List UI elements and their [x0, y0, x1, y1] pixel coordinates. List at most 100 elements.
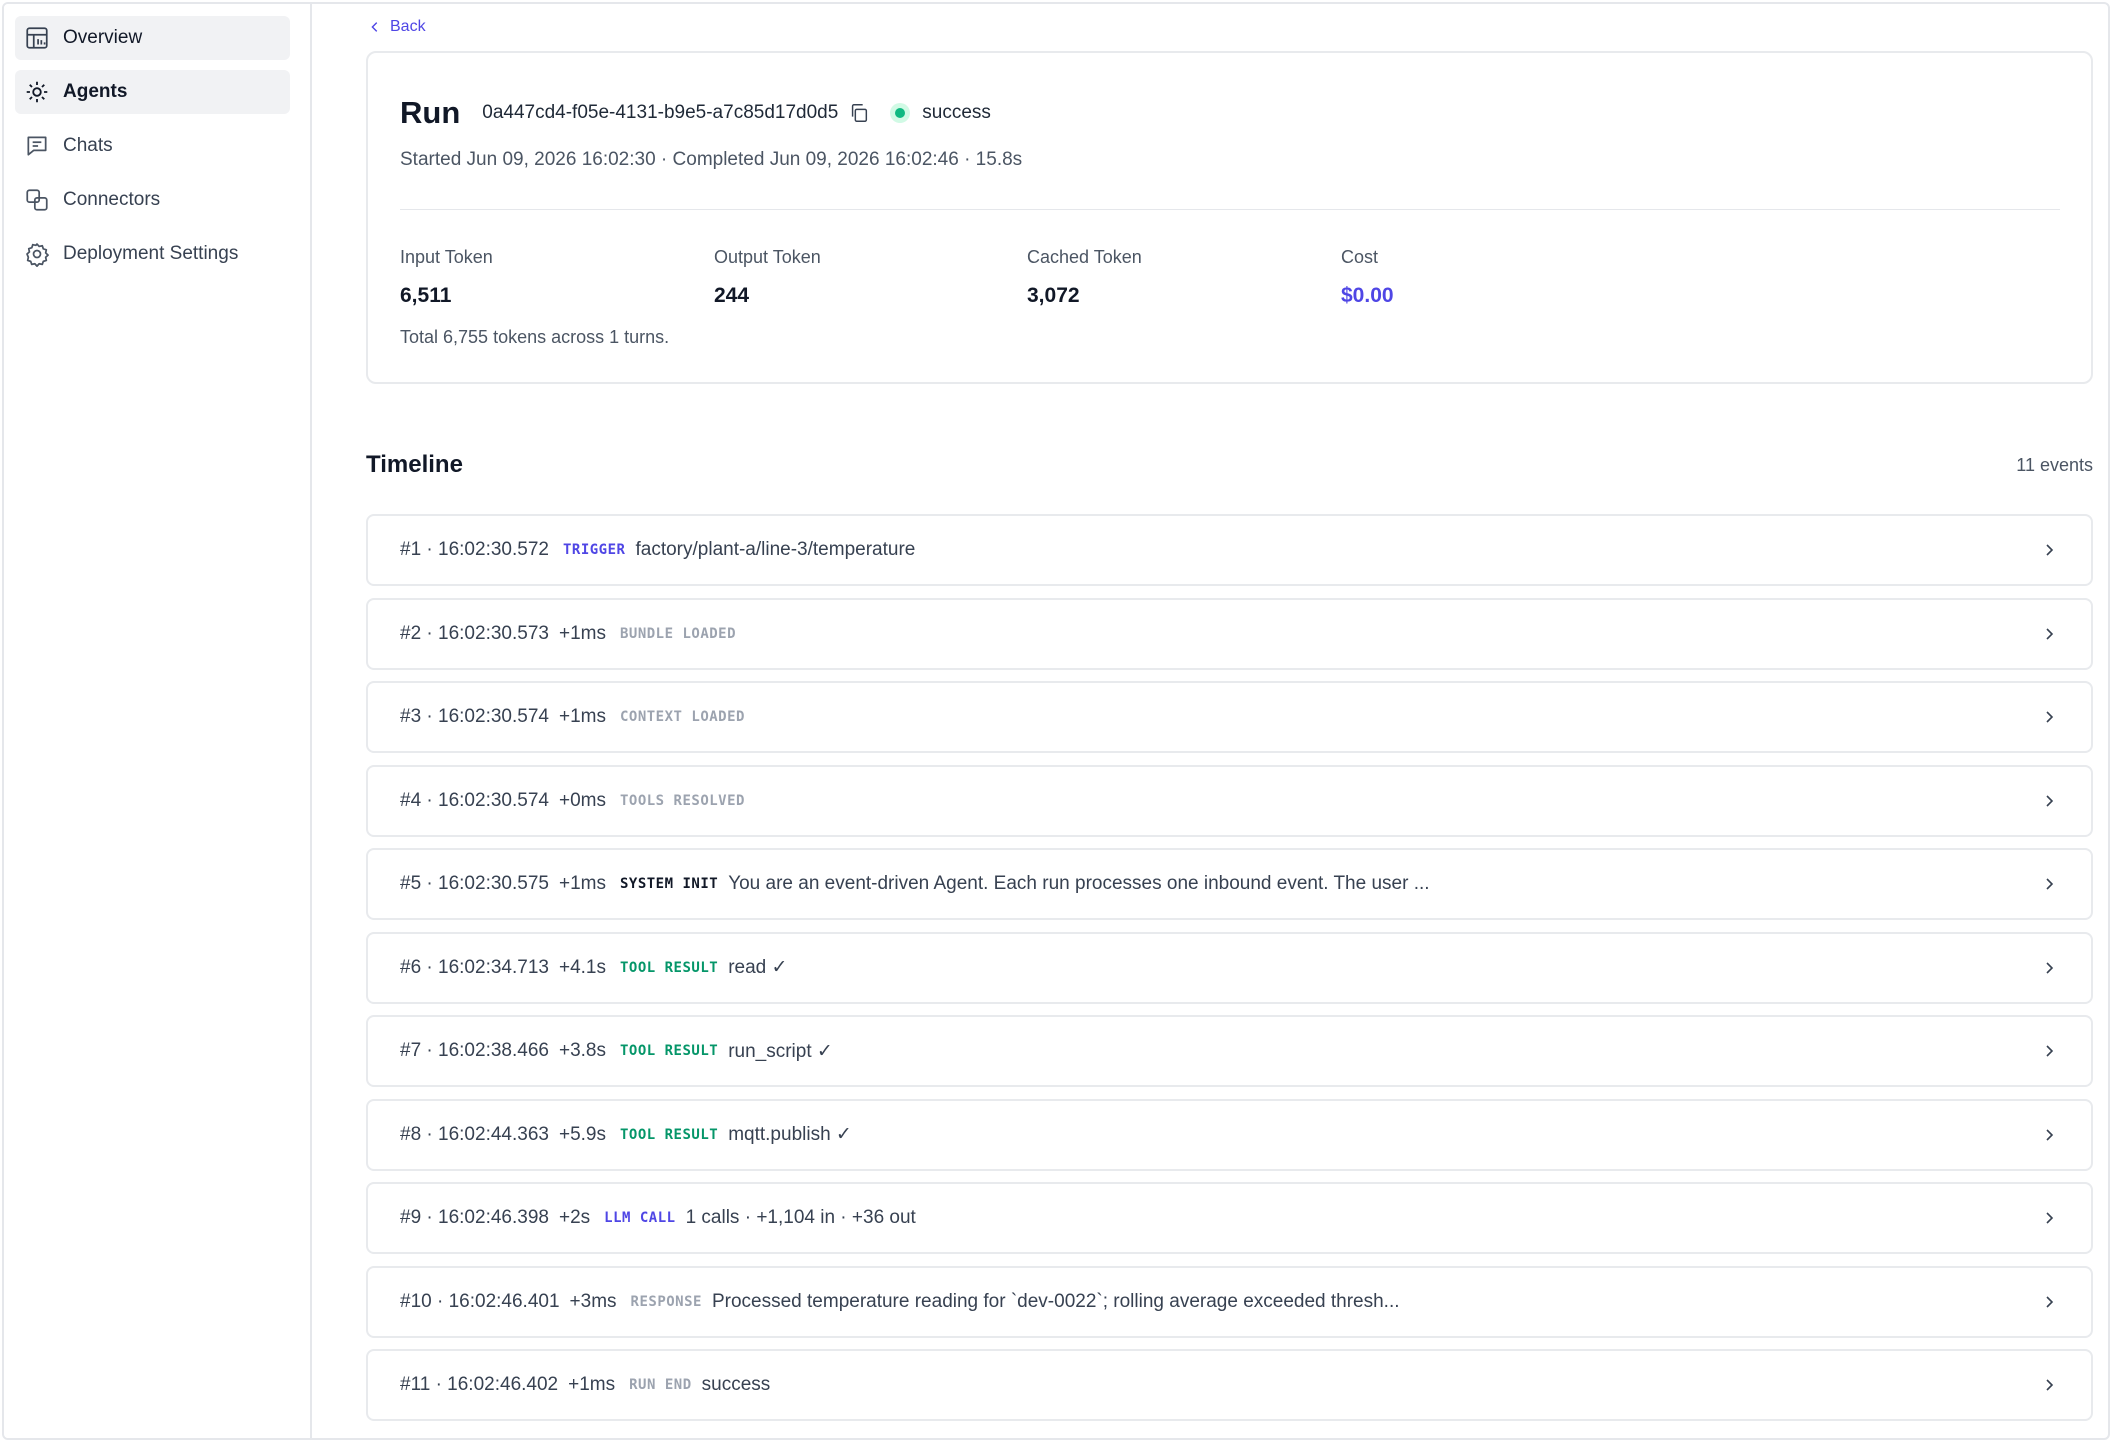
event-delta: +1ms: [558, 873, 606, 894]
stat-value: $0.00: [1341, 284, 1394, 307]
timeline-event[interactable]: #11 · 16:02:46.402 +1ms RUN END success: [366, 1349, 2093, 1421]
token-total: Total 6,755 tokens across 1 turns.: [400, 327, 670, 347]
event-kind-badge: TRIGGER: [562, 542, 626, 558]
event-sequence-time: #2 · 16:02:30.573: [400, 622, 549, 644]
sidebar-item-agents[interactable]: Agents: [15, 70, 290, 114]
stat-label: Cached Token: [1027, 247, 1142, 267]
chevron-right-icon: [2046, 544, 2054, 556]
event-sequence-time: #1 · 16:02:30.572: [400, 539, 549, 560]
timeline-events: #1 · 16:02:30.572 TRIGGER factory/plant-a/…: [366, 514, 2093, 1433]
event-summary: read ✓: [728, 957, 788, 978]
event-delta: +3ms: [569, 1290, 617, 1312]
stat-value: 3,072: [1027, 284, 1080, 307]
event-delta: +0ms: [558, 789, 606, 811]
chevron-right-icon: [2046, 627, 2054, 640]
chevron-right-icon: [2046, 711, 2054, 723]
gear-icon: [24, 241, 50, 267]
event-delta: +1ms: [558, 706, 606, 727]
timeline-event[interactable]: #2 · 16:02:30.573 +1ms BUNDLE LOADED: [366, 597, 2093, 670]
timeline-event[interactable]: #7 · 16:02:38.466 +3.8s TOOL RESULT run_scr…: [366, 1015, 2093, 1087]
divider: [400, 209, 2060, 210]
timeline-event[interactable]: #4 · 16:02:30.574 +0ms TOOLS RESOLVED: [366, 764, 2093, 837]
event-kind-badge: BUNDLE LOADED: [619, 625, 737, 642]
timeline-event[interactable]: #1 · 16:02:30.572 TRIGGER factory/plant-a/…: [366, 514, 2093, 586]
timeline-header: Timeline 11 events: [366, 451, 2093, 485]
chevron-right-icon: [2046, 1295, 2054, 1308]
chevron-right-icon: [2046, 1128, 2054, 1141]
stat-label: Output Token: [714, 247, 821, 267]
event-kind-badge: TOOL RESULT: [619, 959, 719, 976]
event-kind-badge: TOOLS RESOLVED: [619, 792, 745, 809]
chevron-right-icon: [2046, 794, 2054, 807]
stat-cost: Cost $0.00: [1341, 247, 1394, 308]
chat-icon: [24, 133, 50, 159]
timeline-event[interactable]: #10 · 16:02:46.401 +3ms RESPONSE Processed …: [366, 1265, 2093, 1338]
event-sequence-time: #5 · 16:02:30.575: [400, 873, 549, 894]
event-kind-badge: SYSTEM INIT: [619, 876, 719, 892]
timeline-title: Timeline: [366, 451, 463, 478]
event-sequence-time: #9 · 16:02:46.398: [400, 1207, 549, 1228]
event-delta: +4.1s: [558, 956, 606, 978]
timeline-event[interactable]: #5 · 16:02:30.575 +1ms SYSTEM INIT You are …: [366, 848, 2093, 920]
event-kind-badge: TOOL RESULT: [619, 1126, 719, 1143]
event-delta: +5.9s: [558, 1123, 606, 1145]
timeline-event[interactable]: #9 · 16:02:46.398 +2s LLM CALL 1 calls · +1…: [366, 1182, 2093, 1254]
page-title: Run: [400, 95, 461, 130]
status-dot-icon: [890, 103, 911, 123]
run-timing: Started Jun 09, 2026 16:02:30 · Complete…: [400, 149, 1023, 170]
sidebar-item-label: Overview: [63, 27, 143, 48]
event-summary: You are an event-driven Agent. Each run …: [728, 873, 1430, 894]
event-sequence-time: #4 · 16:02:30.574: [400, 789, 549, 811]
chevron-right-icon: [2046, 878, 2054, 890]
sidebar-item-connectors[interactable]: Connectors: [15, 178, 290, 222]
event-summary: 1 calls · +1,104 in · +36 out: [685, 1207, 916, 1228]
sidebar-item-chats[interactable]: Chats: [15, 124, 290, 168]
event-sequence-time: #8 · 16:02:44.363: [400, 1123, 549, 1145]
event-summary: Processed temperature reading for `dev-0…: [711, 1290, 1400, 1312]
event-delta: +2s: [558, 1207, 591, 1228]
sidebar-item-overview[interactable]: Overview: [15, 16, 290, 60]
chevron-left-icon: [371, 22, 378, 32]
event-kind-badge: CONTEXT LOADED: [619, 709, 745, 725]
dashboard-icon: [24, 25, 50, 51]
event-kind-badge: RESPONSE: [630, 1293, 702, 1310]
stat-value: 244: [714, 284, 750, 307]
event-sequence-time: #7 · 16:02:38.466: [400, 1040, 549, 1061]
sidebar-item-deployment-settings[interactable]: Deployment Settings: [15, 232, 290, 276]
stat-cached-token: Cached Token 3,072: [1027, 247, 1142, 308]
run-summary-card: Run 0a447cd4-f05e-4131-b9e5-a7c85d17d0d5…: [366, 51, 2093, 384]
timeline-event[interactable]: #3 · 16:02:30.574 +1ms CONTEXT LOADED: [366, 681, 2093, 753]
chevron-right-icon: [2046, 961, 2054, 974]
chevron-right-icon: [2046, 1045, 2054, 1057]
stat-label: Cost: [1341, 247, 1379, 267]
event-sequence-time: #10 · 16:02:46.401: [400, 1290, 560, 1312]
event-count: 11 events: [2016, 455, 2093, 475]
sidebar-item-label: Deployment Settings: [63, 243, 239, 264]
run-title-row: Run 0a447cd4-f05e-4131-b9e5-a7c85d17d0d5…: [400, 91, 991, 135]
event-delta: +1ms: [558, 622, 606, 644]
timeline-event[interactable]: #8 · 16:02:44.363 +5.9s TOOL RESULT mqtt.pu…: [366, 1098, 2093, 1171]
back-link[interactable]: Back: [368, 18, 426, 36]
event-sequence-time: #3 · 16:02:30.574: [400, 706, 549, 727]
event-kind-badge: LLM CALL: [604, 1210, 676, 1226]
app-window: Overview Agents Chats Connectors Deploym…: [2, 2, 2110, 1440]
sidebar: Overview Agents Chats Connectors Deploym…: [4, 4, 312, 1438]
timeline-event[interactable]: #6 · 16:02:34.713 +4.1s TOOL RESULT read ✓: [366, 931, 2093, 1004]
sidebar-item-label: Connectors: [63, 189, 161, 210]
sidebar-item-label: Agents: [63, 81, 128, 102]
event-summary: run_script ✓: [728, 1040, 833, 1062]
event-summary: mqtt.publish ✓: [728, 1124, 852, 1145]
event-delta: +3.8s: [558, 1040, 606, 1061]
event-kind-badge: TOOL RESULT: [619, 1043, 719, 1059]
event-sequence-time: #6 · 16:02:34.713: [400, 956, 549, 978]
status-badge: success: [922, 102, 991, 123]
stat-output-token: Output Token 244: [714, 247, 821, 308]
event-summary: factory/plant-a/line-3/temperature: [635, 539, 916, 560]
event-delta: +1ms: [568, 1374, 616, 1395]
event-sequence-time: #11 · 16:02:46.402: [400, 1374, 559, 1395]
run-id: 0a447cd4-f05e-4131-b9e5-a7c85d17d0d5: [482, 102, 839, 123]
copy-icon[interactable]: [848, 102, 870, 124]
back-label: Back: [390, 18, 426, 35]
main-content: Back Run 0a447cd4-f05e-4131-b9e5-a7c85d1…: [366, 4, 2096, 1438]
stat-input-token: Input Token 6,511: [400, 247, 493, 308]
